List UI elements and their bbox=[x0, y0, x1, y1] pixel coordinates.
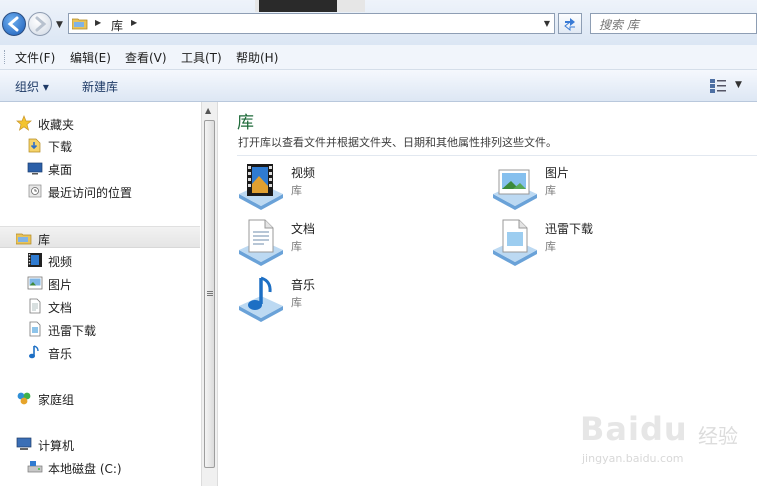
nav-documents-label: 文档 bbox=[48, 301, 73, 315]
search-box[interactable] bbox=[590, 13, 757, 34]
navigation-scrollbar[interactable]: ▲ bbox=[201, 102, 217, 486]
refresh-button[interactable] bbox=[558, 13, 582, 34]
library-type: 库 bbox=[291, 296, 302, 309]
nav-videos-label: 视频 bbox=[48, 255, 73, 269]
library-type: 库 bbox=[291, 184, 302, 197]
library-item-pictures[interactable]: 图片 库 bbox=[491, 162, 711, 212]
xunlei-library-icon bbox=[29, 321, 41, 337]
library-type: 库 bbox=[291, 240, 302, 253]
view-options-dropdown[interactable]: ▼ bbox=[735, 80, 742, 90]
library-folder-icon bbox=[16, 233, 32, 245]
command-bar: 组织 ▾ 新建库 ▼ bbox=[0, 70, 757, 102]
desktop-icon bbox=[27, 162, 43, 175]
homegroup-icon bbox=[17, 392, 31, 405]
page-description: 打开库以查看文件并根据文件夹、日期和其他属性排列这些文件。 bbox=[238, 136, 557, 149]
pictures-library-icon bbox=[27, 276, 43, 290]
computer-icon bbox=[16, 437, 32, 450]
nav-videos[interactable]: 视频 bbox=[0, 249, 200, 271]
nav-recent-places[interactable]: 最近访问的位置 bbox=[0, 180, 200, 202]
new-library-button[interactable]: 新建库 bbox=[82, 78, 118, 95]
nav-favorites[interactable]: 收藏夹 bbox=[0, 112, 200, 134]
address-box[interactable]: ▶ 库 ▶ ▼ bbox=[68, 13, 555, 34]
music-library-icon bbox=[239, 276, 283, 322]
documents-library-icon bbox=[239, 219, 283, 266]
page-title: 库 bbox=[237, 113, 254, 133]
library-item-music[interactable]: 音乐 库 bbox=[237, 274, 457, 324]
nav-recent-places-label: 最近访问的位置 bbox=[48, 186, 133, 200]
change-view-icon[interactable] bbox=[710, 79, 726, 93]
divider bbox=[237, 155, 757, 156]
nav-homegroup-label: 家庭组 bbox=[38, 393, 75, 407]
watermark-brand: Baidu bbox=[580, 410, 688, 448]
arrow-right-icon bbox=[35, 16, 47, 32]
recent-pages-dropdown[interactable]: ▼ bbox=[56, 20, 63, 30]
library-type: 库 bbox=[545, 240, 556, 253]
nav-desktop[interactable]: 桌面 bbox=[0, 157, 200, 179]
watermark-url: jingyan.baidu.com bbox=[582, 452, 684, 465]
organize-button[interactable]: 组织 ▾ bbox=[15, 78, 49, 95]
breadcrumb-chevron-icon[interactable]: ▶ bbox=[95, 18, 101, 27]
scrollbar-thumb[interactable] bbox=[204, 120, 215, 468]
nav-local-disk[interactable]: 本地磁盘 (C:) bbox=[0, 456, 200, 478]
nav-homegroup[interactable]: 家庭组 bbox=[0, 387, 200, 409]
breadcrumb-library[interactable]: 库 bbox=[111, 17, 123, 34]
menu-view[interactable]: 查看(V) bbox=[125, 49, 167, 66]
pictures-library-icon bbox=[493, 169, 537, 210]
library-name: 文档 bbox=[291, 222, 316, 236]
recent-places-icon bbox=[28, 184, 42, 198]
nav-libraries[interactable]: 库 bbox=[0, 226, 200, 248]
menu-tools[interactable]: 工具(T) bbox=[181, 49, 222, 66]
music-note-icon bbox=[29, 345, 39, 359]
nav-favorites-label: 收藏夹 bbox=[38, 118, 75, 132]
navigation-pane: 收藏夹 下载 桌面 最近访问的位置 库 视频 图片 文档 迅雷下载 音乐 家庭组… bbox=[0, 102, 201, 486]
nav-computer-label: 计算机 bbox=[38, 439, 75, 453]
library-folder-icon bbox=[72, 18, 88, 30]
watermark-brand-cn: 经验 bbox=[698, 424, 738, 448]
nav-downloads[interactable]: 下载 bbox=[0, 134, 200, 156]
scroll-up-arrow-icon[interactable]: ▲ bbox=[205, 106, 211, 115]
video-library-icon bbox=[28, 253, 42, 267]
nav-music-label: 音乐 bbox=[48, 347, 73, 361]
library-type: 库 bbox=[545, 184, 556, 197]
refresh-icon bbox=[564, 18, 575, 32]
downloads-folder-icon bbox=[28, 138, 41, 153]
menu-edit[interactable]: 编辑(E) bbox=[70, 49, 111, 66]
star-icon bbox=[16, 115, 32, 131]
menu-file[interactable]: 文件(F) bbox=[15, 49, 55, 66]
library-name: 迅雷下载 bbox=[545, 222, 594, 236]
address-bar: ▼ ▶ 库 ▶ ▼ bbox=[0, 0, 757, 46]
library-name: 视频 bbox=[291, 166, 316, 180]
menu-grip bbox=[4, 50, 7, 64]
partial-window-strip bbox=[255, 0, 365, 12]
arrow-left-icon bbox=[7, 16, 19, 32]
nav-computer[interactable]: 计算机 bbox=[0, 433, 200, 455]
address-history-dropdown[interactable]: ▼ bbox=[544, 19, 550, 28]
nav-music[interactable]: 音乐 bbox=[0, 341, 200, 363]
nav-desktop-label: 桌面 bbox=[48, 163, 73, 177]
back-button[interactable] bbox=[2, 12, 26, 36]
menu-bar: 文件(F) 编辑(E) 查看(V) 工具(T) 帮助(H) bbox=[0, 45, 757, 70]
nav-pictures[interactable]: 图片 bbox=[0, 272, 200, 294]
documents-library-icon bbox=[29, 298, 41, 314]
breadcrumb-chevron-icon[interactable]: ▶ bbox=[131, 18, 137, 27]
nav-documents[interactable]: 文档 bbox=[0, 295, 200, 317]
video-library-icon bbox=[239, 164, 283, 210]
library-name: 音乐 bbox=[291, 278, 316, 292]
library-item-videos[interactable]: 视频 库 bbox=[237, 162, 457, 212]
nav-downloads-label: 下载 bbox=[48, 140, 73, 154]
library-item-documents[interactable]: 文档 库 bbox=[237, 218, 457, 268]
library-name: 图片 bbox=[545, 166, 570, 180]
nav-pictures-label: 图片 bbox=[48, 278, 73, 292]
nav-local-disk-label: 本地磁盘 (C:) bbox=[48, 462, 122, 476]
hard-drive-icon bbox=[27, 461, 43, 473]
nav-xunlei-label: 迅雷下载 bbox=[48, 324, 97, 338]
menu-help[interactable]: 帮助(H) bbox=[236, 49, 278, 66]
nav-libraries-label: 库 bbox=[38, 233, 51, 247]
xunlei-library-icon bbox=[493, 219, 537, 266]
baidu-watermark: Baidu 经验 jingyan.baidu.com bbox=[580, 404, 756, 466]
forward-button[interactable] bbox=[28, 12, 52, 36]
search-input[interactable] bbox=[597, 16, 751, 33]
library-item-xunlei[interactable]: 迅雷下载 库 bbox=[491, 218, 711, 268]
nav-xunlei[interactable]: 迅雷下载 bbox=[0, 318, 200, 340]
